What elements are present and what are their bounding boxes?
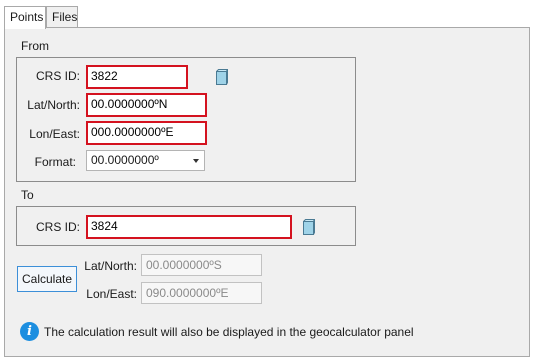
result-lat-field: 00.0000000ºS <box>141 254 262 276</box>
to-group: CRS ID: 3824 <box>16 206 356 246</box>
result-lat-label: Lat/North: <box>84 259 137 273</box>
from-lat-input[interactable]: 00.0000000ºN <box>86 93 207 117</box>
cube-icon[interactable] <box>303 219 315 235</box>
format-label: Format: <box>34 155 76 169</box>
info-icon: i <box>20 322 39 341</box>
from-lon-input[interactable]: 000.0000000ºE <box>86 121 207 145</box>
to-crs-input[interactable]: 3824 <box>86 215 292 239</box>
result-lon-label: Lon/East: <box>86 287 137 301</box>
from-lon-label: Lon/East: <box>29 127 80 141</box>
calculate-button[interactable]: Calculate <box>17 266 77 292</box>
tab-files[interactable]: Files <box>46 6 78 28</box>
from-lat-label: Lat/North: <box>27 98 80 112</box>
format-select[interactable]: 00.0000000º <box>86 150 205 171</box>
coordinate-calculator-dialog: Points Files From CRS ID: 3822 Lat/North… <box>0 0 534 359</box>
tab-points[interactable]: Points <box>4 6 46 29</box>
from-title: From <box>21 39 49 53</box>
to-crs-label: CRS ID: <box>35 220 80 234</box>
from-crs-label: CRS ID: <box>35 69 80 83</box>
from-group: CRS ID: 3822 Lat/North: 00.0000000ºN Lon… <box>16 57 356 182</box>
points-panel: From CRS ID: 3822 Lat/North: 00.0000000º… <box>4 27 530 357</box>
result-lon-field: 090.0000000ºE <box>141 282 262 304</box>
info-message: The calculation result will also be disp… <box>44 325 414 339</box>
format-select-value: 00.0000000º <box>91 153 159 167</box>
to-title: To <box>21 188 34 202</box>
chevron-down-icon <box>193 159 199 163</box>
from-crs-input[interactable]: 3822 <box>86 65 188 89</box>
cube-icon[interactable] <box>216 69 228 85</box>
